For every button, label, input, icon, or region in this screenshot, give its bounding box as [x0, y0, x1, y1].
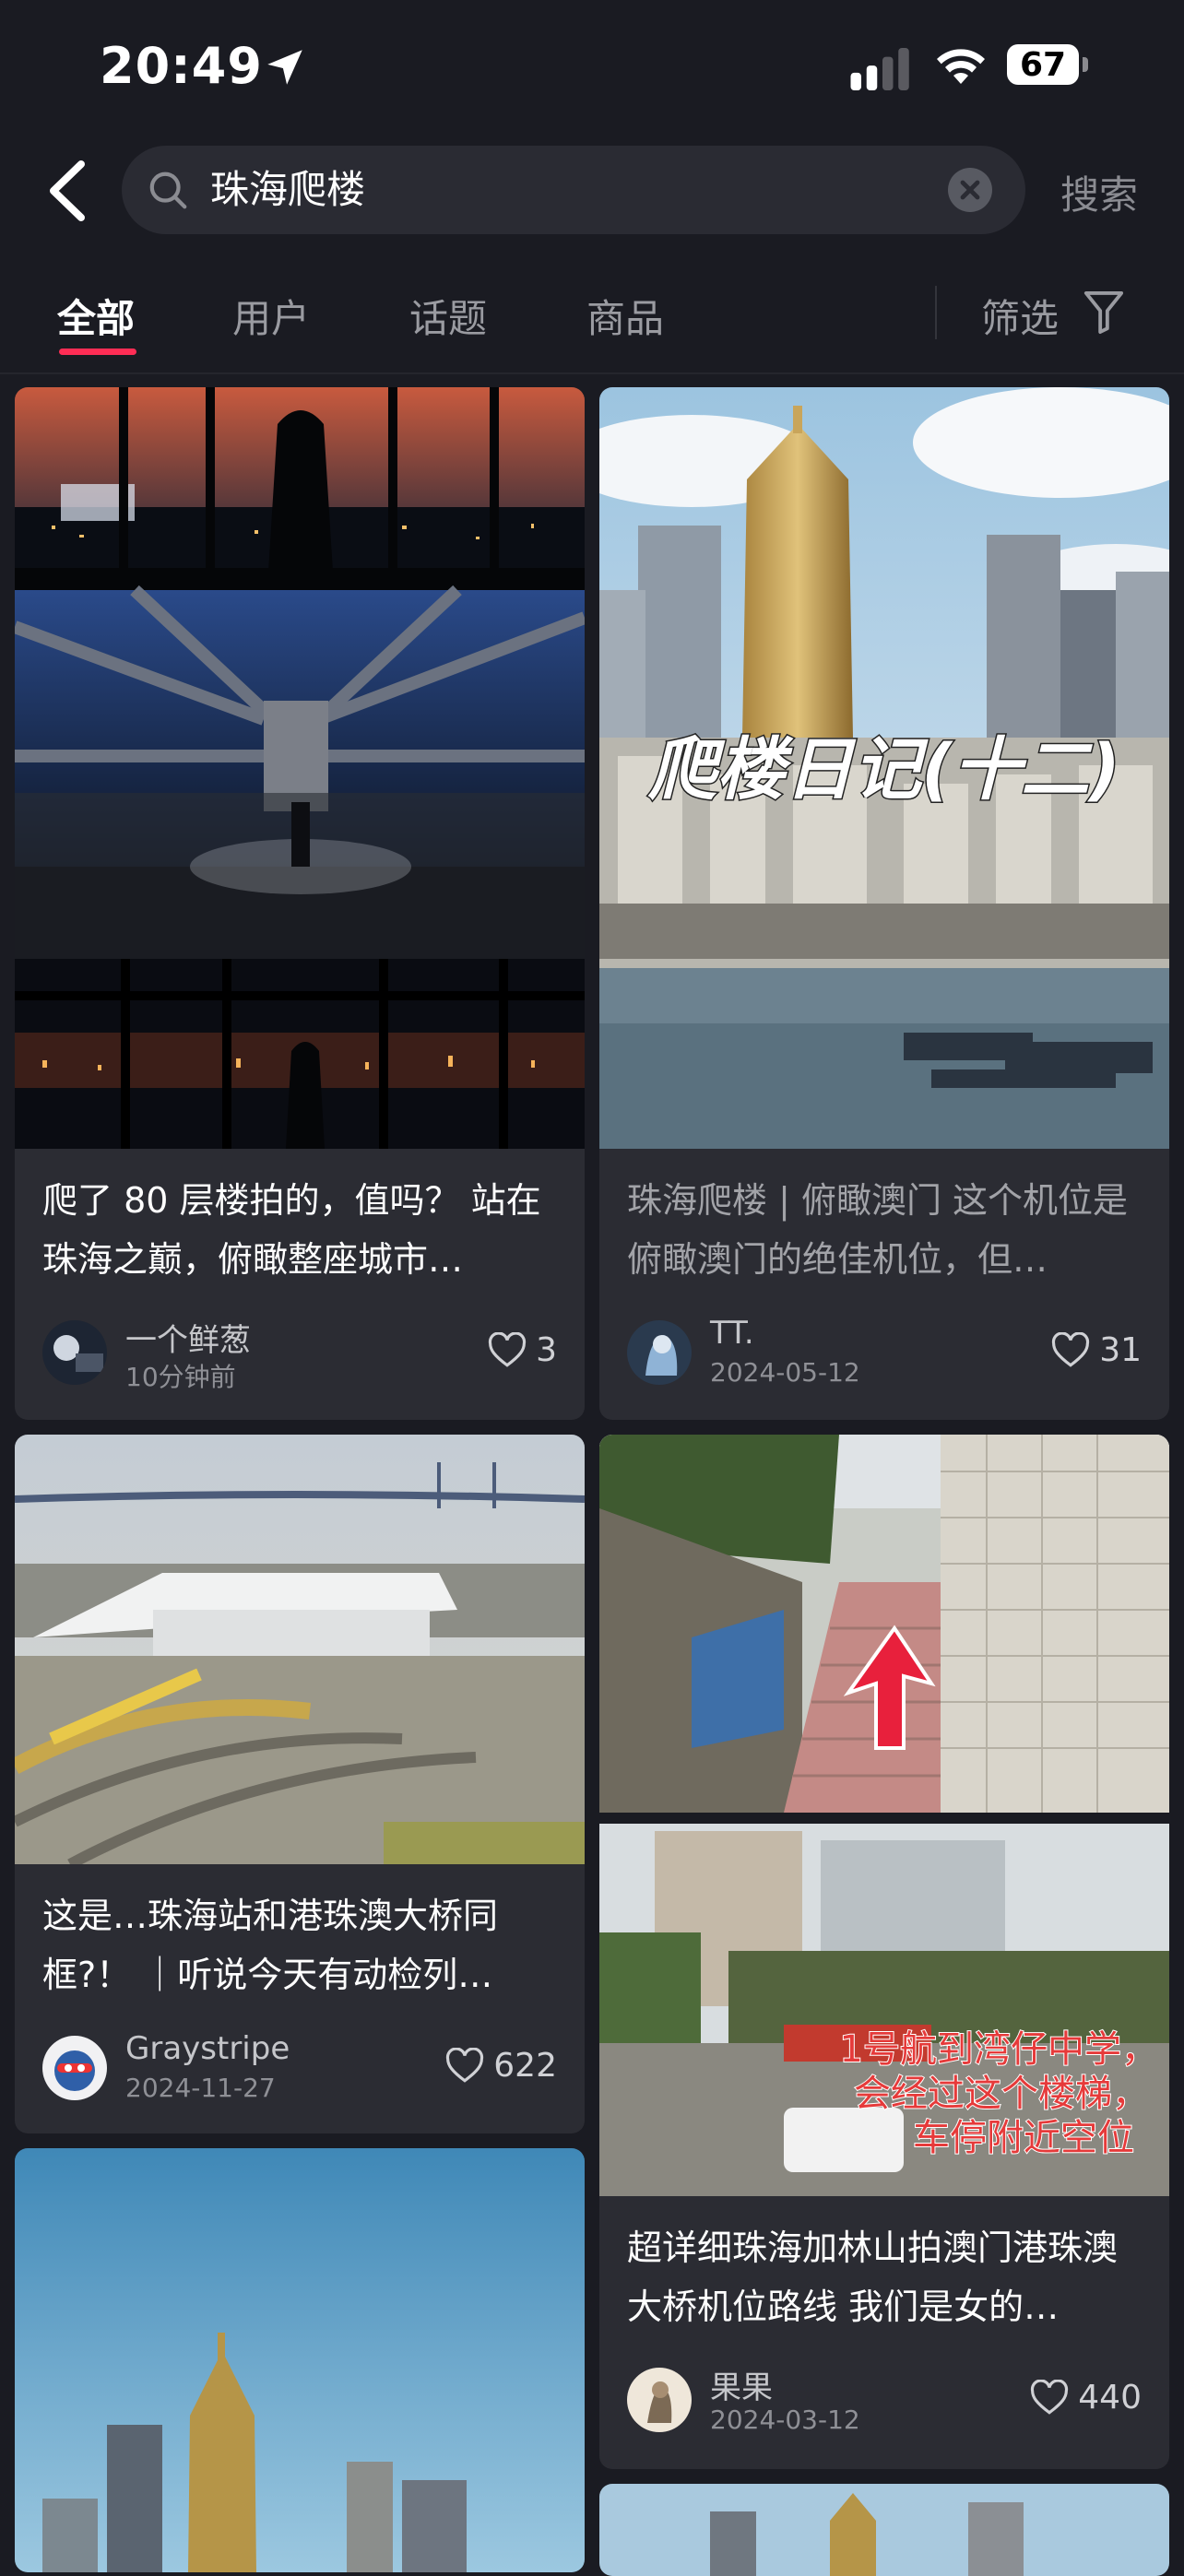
author-name[interactable]: 果果	[710, 2362, 773, 2407]
status-time: 20:49	[100, 37, 263, 95]
search-button[interactable]: 搜索	[1060, 164, 1138, 220]
tab-all[interactable]: 全部	[57, 288, 135, 344]
like-count: 3	[536, 1331, 557, 1369]
note-card[interactable]: 爬楼日记(十二) 珠海爬楼 | 俯瞰澳门 这个机位是俯瞰澳门的绝佳机位，但… T…	[599, 387, 1169, 1420]
author-avatar[interactable]	[42, 2036, 107, 2100]
author-avatar[interactable]	[42, 1320, 107, 1385]
clear-search-icon[interactable]	[948, 168, 992, 212]
active-tab-indicator	[59, 349, 136, 355]
back-chevron-icon[interactable]	[44, 159, 90, 223]
note-card[interactable]: 爬了 80 层楼拍的，值吗？ 站在珠海之巅，俯瞰整座城市… 一个鲜葱 10分钟前…	[15, 387, 585, 1420]
note-card[interactable]	[15, 2148, 585, 2572]
card-title: 爬了 80 层楼拍的，值吗？ 站在珠海之巅，俯瞰整座城市…	[42, 1180, 541, 1280]
card-cover-image	[599, 2484, 1169, 2576]
location-arrow-icon	[267, 50, 302, 85]
like-count: 622	[493, 2047, 557, 2085]
cellular-signal-icon	[850, 48, 909, 90]
search-query-text: 珠海爬楼	[210, 167, 366, 212]
annotation-line-2: 会经过这个楼梯，	[854, 2073, 1149, 2115]
annotation-line-1: 1号航到湾仔中学，	[840, 2028, 1158, 2071]
heart-icon	[1031, 2379, 1069, 2415]
annotation-line-3: 车停附近空位	[913, 2117, 1134, 2159]
heart-icon	[446, 2047, 484, 2083]
search-icon	[149, 171, 187, 209]
card-cover-image	[15, 2148, 585, 2572]
wifi-icon	[937, 49, 985, 84]
result-tabs: 全部 用户 话题 商品 筛选	[0, 277, 1184, 369]
header-divider	[0, 372, 1184, 374]
card-cover-image	[15, 387, 585, 1149]
like-button[interactable]: 31	[1051, 1331, 1142, 1369]
author-name[interactable]: Graystripe	[125, 2030, 290, 2067]
filter-funnel-icon[interactable]	[1083, 290, 1125, 336]
tab-users[interactable]: 用户	[232, 288, 310, 344]
status-bar: 20:49 67	[0, 0, 1184, 138]
heart-icon	[1052, 1331, 1090, 1367]
note-card[interactable]	[599, 2484, 1169, 2576]
card-title: 这是…珠海站和港珠澳大桥同框?！ ｜听说今天有动检列…	[42, 1896, 499, 1995]
like-count: 31	[1099, 1331, 1142, 1369]
card-title: 超详细珠海加林山拍澳门港珠澳大桥机位路线 我们是女的…	[627, 2227, 1119, 2327]
like-button[interactable]: 622	[445, 2047, 557, 2085]
avatar-image	[42, 1320, 107, 1385]
battery-level: 67	[1007, 44, 1079, 85]
author-name[interactable]: 一个鲜葱	[125, 1315, 251, 1360]
like-count: 440	[1078, 2379, 1142, 2416]
cover-overlay-text: 爬楼日记(十二)	[647, 730, 1120, 809]
card-cover-image: 爬楼日记(十二)	[599, 387, 1169, 1149]
note-card[interactable]: 这是…珠海站和港珠澳大桥同框?！ ｜听说今天有动检列… Graystripe 2…	[15, 1435, 585, 2133]
filter-button[interactable]: 筛选	[981, 288, 1059, 344]
note-card[interactable]: 1号航到湾仔中学， 会经过这个楼梯， 车停附近空位 超详细珠海加林山拍澳门港珠澳…	[599, 1435, 1169, 2469]
post-date: 10分钟前	[125, 1362, 236, 1392]
post-date: 2024-05-12	[710, 1357, 860, 1388]
avatar-image	[627, 2368, 692, 2432]
battery-indicator: 67	[1007, 44, 1090, 89]
post-date: 2024-03-12	[710, 2405, 860, 2435]
card-cover-image: 1号航到湾仔中学， 会经过这个楼梯， 车停附近空位	[599, 1435, 1169, 2196]
author-name[interactable]: TT.	[710, 1315, 754, 1352]
tab-divider	[935, 286, 937, 339]
avatar-image	[42, 2036, 107, 2100]
author-avatar[interactable]	[627, 1320, 692, 1385]
avatar-image	[627, 1320, 692, 1385]
card-title: 珠海爬楼 | 俯瞰澳门 这个机位是俯瞰澳门的绝佳机位，但…	[627, 1180, 1129, 1280]
card-cover-image	[15, 1435, 585, 1864]
author-avatar[interactable]	[627, 2368, 692, 2432]
like-button[interactable]: 440	[1030, 2379, 1142, 2416]
search-input[interactable]: 珠海爬楼	[122, 146, 1025, 234]
post-date: 2024-11-27	[125, 2073, 276, 2103]
heart-icon	[489, 1331, 527, 1367]
tab-topics[interactable]: 话题	[409, 288, 487, 344]
battery-tip	[1083, 57, 1088, 72]
tab-products[interactable]: 商品	[586, 288, 664, 344]
like-button[interactable]: 3	[488, 1331, 557, 1369]
